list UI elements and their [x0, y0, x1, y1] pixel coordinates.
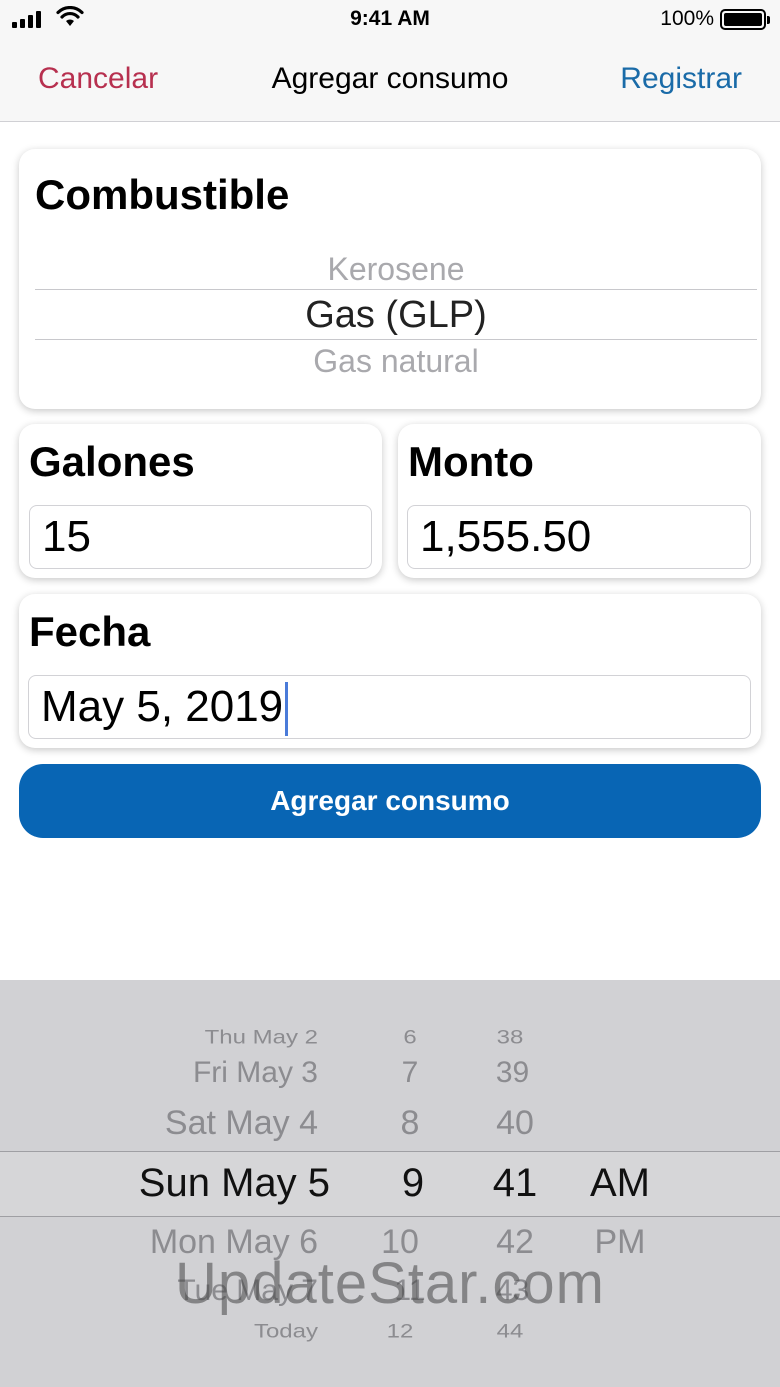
meridiem-column[interactable]: AM PM — [570, 980, 670, 1387]
date-title: Fecha — [29, 608, 151, 655]
navigation-bar: Cancelar Agregar consumo Registrar — [0, 40, 780, 122]
day-column[interactable]: Thu May 2 Fri May 3 Sat May 4 Sun May 5 … — [0, 980, 330, 1387]
battery-percentage: 100% — [660, 7, 714, 30]
hour-item[interactable]: 7 — [360, 1056, 460, 1090]
meridiem-item-selected[interactable]: AM — [570, 1161, 670, 1206]
battery-icon — [720, 9, 770, 30]
watermark: UpdateStar.com — [175, 1251, 605, 1316]
hour-item[interactable]: 8 — [360, 1104, 460, 1143]
amount-title: Monto — [408, 438, 534, 485]
date-input[interactable]: May 5, 2019 — [28, 675, 751, 739]
fuel-option-selected[interactable]: Gas (GLP) — [35, 294, 757, 337]
fuel-picker[interactable]: Kerosene Gas (GLP) Gas natural — [35, 233, 757, 383]
register-button[interactable]: Registrar — [620, 62, 742, 96]
hour-column[interactable]: 6 7 8 9 10 11 12 — [360, 980, 460, 1387]
fuel-option[interactable]: Kerosene — [35, 251, 757, 288]
minute-item[interactable]: 39 — [465, 1056, 560, 1090]
fuel-title: Combustible — [35, 171, 290, 218]
hour-item[interactable]: 12 — [350, 1321, 450, 1343]
day-item[interactable]: Thu May 2 — [205, 1027, 318, 1049]
minute-item[interactable]: 38 — [465, 1027, 555, 1049]
amount-card: Monto 1,555.50 — [398, 424, 761, 578]
fuel-option[interactable]: Gas natural — [35, 343, 757, 380]
minute-item-selected[interactable]: 41 — [465, 1161, 565, 1206]
hour-item[interactable]: 6 — [360, 1027, 460, 1049]
gallons-title: Galones — [29, 438, 195, 485]
date-card: Fecha May 5, 2019 — [19, 594, 761, 748]
minute-item[interactable]: 40 — [465, 1104, 565, 1143]
gallons-card: Galones 15 — [19, 424, 382, 578]
gallons-input[interactable]: 15 — [29, 505, 372, 569]
day-item[interactable]: Sat May 4 — [165, 1104, 318, 1143]
add-consumption-button[interactable]: Agregar consumo — [19, 764, 761, 838]
day-item[interactable]: Today — [254, 1321, 318, 1343]
fuel-card: Combustible Kerosene Gas (GLP) Gas natur… — [19, 149, 761, 409]
minute-item[interactable]: 44 — [465, 1321, 555, 1343]
amount-input[interactable]: 1,555.50 — [407, 505, 751, 569]
text-cursor — [285, 682, 289, 737]
status-bar: 9:41 AM 100% — [0, 0, 780, 40]
date-input-value: May 5, 2019 — [41, 682, 284, 731]
hour-item-selected[interactable]: 9 — [360, 1161, 466, 1206]
date-time-picker[interactable]: Thu May 2 Fri May 3 Sat May 4 Sun May 5 … — [0, 980, 780, 1387]
day-item[interactable]: Fri May 3 — [193, 1056, 318, 1090]
day-item-selected[interactable]: Sun May 5 — [139, 1161, 330, 1206]
minute-column[interactable]: 38 39 40 41 42 43 44 — [465, 980, 565, 1387]
